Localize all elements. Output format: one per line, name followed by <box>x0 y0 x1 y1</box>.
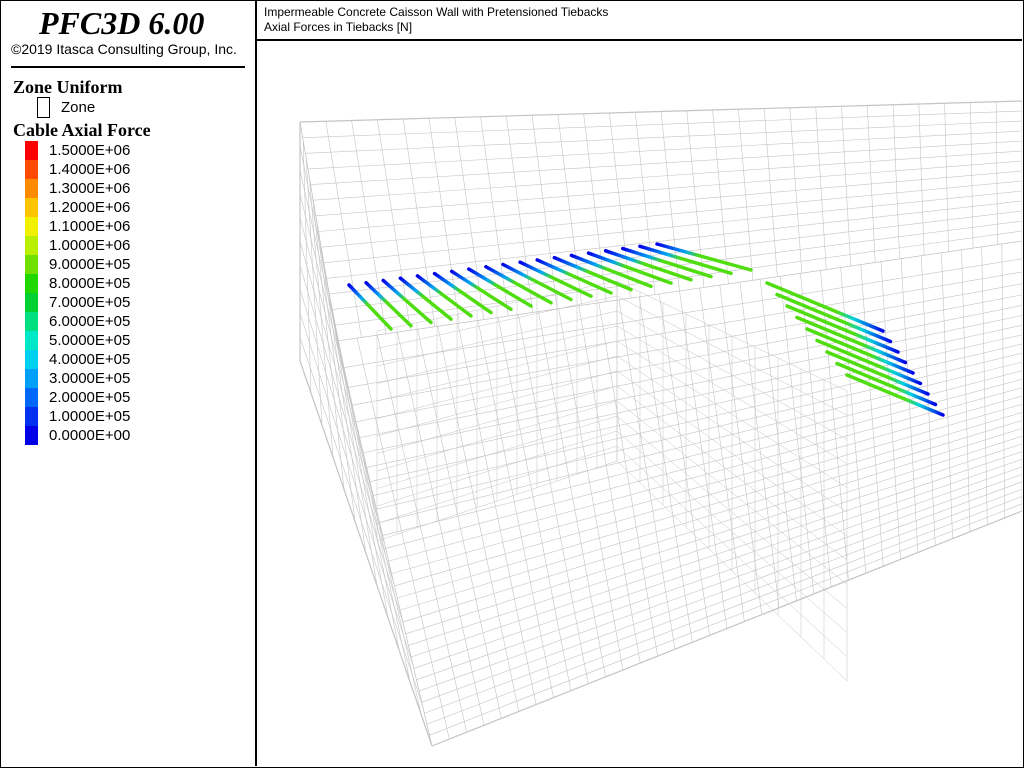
mesh-line <box>402 428 1022 623</box>
zone-mesh <box>299 100 1022 747</box>
legend-label: 4.0000E+05 <box>49 351 131 368</box>
legend-color-swatch <box>25 407 38 426</box>
mesh-line <box>497 317 572 691</box>
mesh-line <box>315 160 1022 217</box>
zone-label: Zone <box>61 99 96 116</box>
legend-color-swatch <box>25 350 38 369</box>
mesh-line <box>307 130 1022 170</box>
mesh-outline <box>299 360 433 747</box>
legend-label: 1.3000E+06 <box>49 180 131 197</box>
legend-label: 7.0000E+05 <box>49 294 131 311</box>
zone-heading: Zone Uniform <box>13 77 123 97</box>
legend-color-swatch <box>25 141 38 160</box>
mesh-line <box>416 466 1022 681</box>
legend-color-swatch <box>25 198 38 217</box>
legend-label: 1.4000E+06 <box>49 161 131 178</box>
legend-label: 6.0000E+05 <box>49 313 131 330</box>
legend-color-swatch <box>25 236 38 255</box>
mesh-line <box>413 459 1022 669</box>
legend-panel: PFC3D 6.00 ©2019 Itasca Consulting Group… <box>1 1 257 766</box>
legend-label: 8.0000E+05 <box>49 275 131 292</box>
mesh-line <box>373 343 1022 496</box>
mesh-line <box>941 252 953 539</box>
mesh-line <box>429 503 1022 736</box>
legend-label: 5.0000E+05 <box>49 332 131 349</box>
plot-subtitle: Axial Forces in Tiebacks [N] <box>264 20 413 34</box>
mesh-line <box>334 230 1022 326</box>
legend-divider <box>11 66 245 68</box>
mesh-line <box>323 190 1022 264</box>
mesh-line <box>400 420 1022 611</box>
legend-label: 1.2000E+06 <box>49 199 131 216</box>
legend-color-swatch <box>25 160 38 179</box>
mesh-line <box>363 315 1022 454</box>
mesh-line <box>424 488 1022 714</box>
legend-label: 0.0000E+00 <box>49 427 131 444</box>
zone-swatch-icon <box>37 97 50 118</box>
legend-color-swatch <box>25 426 38 445</box>
mesh-line <box>347 271 1022 388</box>
legend-label: 1.0000E+05 <box>49 408 131 425</box>
legend-color-swatch <box>25 179 38 198</box>
legend-color-swatch <box>25 331 38 350</box>
legend-label: 1.1000E+06 <box>49 218 131 235</box>
mesh-line <box>981 246 988 525</box>
model-viewport[interactable] <box>257 41 1022 766</box>
mesh-line <box>310 140 1022 185</box>
mesh-line <box>388 387 1022 562</box>
mesh-line <box>318 170 1022 232</box>
legend-label: 9.0000E+05 <box>49 256 131 273</box>
mesh-line <box>329 210 1022 295</box>
mesh-line <box>518 314 589 684</box>
mesh-line <box>408 443 1022 646</box>
mesh-line <box>302 110 1022 138</box>
legend-color-swatch <box>25 217 38 236</box>
app-title: PFC3D 6.00 <box>39 5 205 41</box>
plot-title-bar: Impermeable Concrete Caisson Wall with P… <box>257 1 1022 41</box>
mesh-line <box>1001 243 1005 518</box>
mesh-line <box>578 305 641 664</box>
mesh-line <box>321 180 1022 248</box>
mesh-line <box>359 305 1022 438</box>
mesh-outline <box>299 100 1022 123</box>
mesh-line <box>961 249 971 532</box>
legend-color-swatch <box>25 293 38 312</box>
mesh-line <box>477 320 554 698</box>
mesh-line <box>326 200 1022 279</box>
legend-label: 2.0000E+05 <box>49 389 131 406</box>
legend-color-swatch <box>25 255 38 274</box>
legend-label: 1.0000E+06 <box>49 237 131 254</box>
mesh-line <box>313 150 1022 201</box>
model-view[interactable] <box>257 41 1022 766</box>
legend-color-swatch <box>25 274 38 293</box>
mesh-line <box>385 379 1022 549</box>
legend-label: 3.0000E+05 <box>49 370 131 387</box>
mesh-line <box>437 326 520 712</box>
legend-color-swatch <box>25 312 38 331</box>
tieback-cable <box>381 278 433 325</box>
mesh-line <box>356 337 450 740</box>
cable-heading: Cable Axial Force <box>13 120 151 140</box>
legend-color-swatch <box>25 388 38 407</box>
legend-label: 1.5000E+06 <box>49 142 131 159</box>
mesh-line <box>355 294 1022 423</box>
copyright-text: ©2019 Itasca Consulting Group, Inc. <box>11 41 237 57</box>
legend-color-swatch <box>25 369 38 388</box>
mesh-line <box>333 322 422 714</box>
mesh-line <box>376 352 1022 510</box>
plot-title: Impermeable Concrete Caisson Wall with P… <box>264 5 609 19</box>
mesh-line <box>315 213 356 522</box>
mesh-line <box>419 474 1022 692</box>
mesh-line <box>305 120 1022 154</box>
mesh-line <box>336 340 433 747</box>
